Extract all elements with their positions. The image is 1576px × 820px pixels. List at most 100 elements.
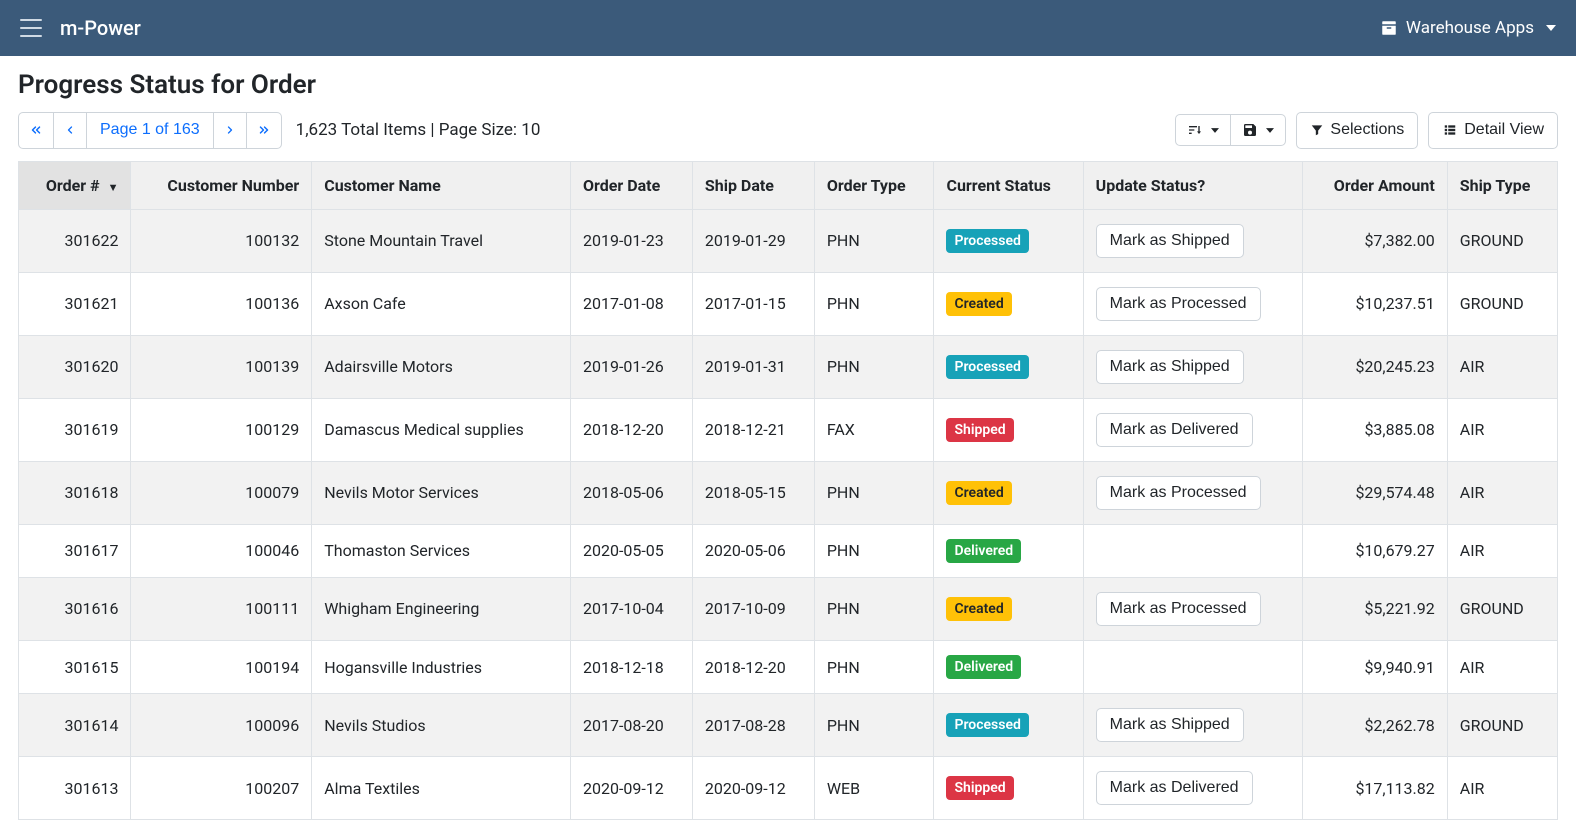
update-status-button[interactable]: Mark as Delivered [1096, 771, 1253, 805]
status-badge: Created [946, 292, 1011, 316]
cell-order-date: 2019-01-23 [570, 209, 692, 272]
export-button[interactable] [1231, 114, 1286, 146]
cell-ship-type: AIR [1447, 335, 1557, 398]
prev-page-button[interactable] [54, 112, 87, 149]
cell-customer-number: 100111 [131, 577, 312, 640]
col-update-status[interactable]: Update Status? [1083, 161, 1302, 209]
col-label: Order # [46, 176, 100, 195]
cell-order-date: 2017-10-04 [570, 577, 692, 640]
cell-customer-name: Axson Cafe [312, 272, 571, 335]
update-status-button[interactable]: Mark as Delivered [1096, 413, 1253, 447]
cell-order-amount: $9,940.91 [1302, 640, 1447, 693]
cell-current-status: Processed [934, 694, 1083, 757]
table-row: 301614100096Nevils Studios2017-08-202017… [19, 694, 1558, 757]
selections-button[interactable]: Selections [1296, 112, 1418, 149]
cell-order-type: FAX [814, 398, 934, 461]
cell-order-type: PHN [814, 694, 934, 757]
cell-current-status: Created [934, 272, 1083, 335]
cell-order-date: 2020-05-05 [570, 524, 692, 577]
cell-ship-date: 2019-01-31 [692, 335, 814, 398]
last-page-button[interactable] [247, 112, 282, 149]
table-row: 301620100139Adairsville Motors2019-01-26… [19, 335, 1558, 398]
cell-order-number: 301613 [19, 757, 131, 820]
sort-export-group [1175, 114, 1286, 146]
cell-order-number: 301621 [19, 272, 131, 335]
summary-text: 1,623 Total Items | Page Size: 10 [296, 120, 541, 140]
app-header: m-Power Warehouse Apps [0, 0, 1576, 56]
cell-ship-date: 2019-01-29 [692, 209, 814, 272]
cell-order-number: 301619 [19, 398, 131, 461]
list-icon [1442, 123, 1458, 137]
sort-desc-icon: ▼ [108, 181, 119, 194]
cell-customer-number: 100194 [131, 640, 312, 693]
table-row: 301619100129Damascus Medical supplies201… [19, 398, 1558, 461]
chevrons-right-icon [257, 123, 271, 137]
warehouse-apps-menu[interactable]: Warehouse Apps [1380, 18, 1556, 38]
cell-ship-type: GROUND [1447, 272, 1557, 335]
chevron-left-icon [64, 123, 76, 137]
table-row: 301616100111Whigham Engineering2017-10-0… [19, 577, 1558, 640]
next-page-button[interactable] [214, 112, 247, 149]
cell-order-number: 301622 [19, 209, 131, 272]
sort-icon [1187, 122, 1203, 138]
cell-update-status: Mark as Processed [1083, 461, 1302, 524]
first-page-button[interactable] [18, 112, 54, 149]
caret-down-icon [1546, 25, 1556, 31]
chevron-right-icon [224, 123, 236, 137]
cell-order-date: 2018-12-20 [570, 398, 692, 461]
cell-order-type: PHN [814, 209, 934, 272]
page-indicator[interactable]: Page 1 of 163 [87, 112, 214, 149]
cell-order-type: PHN [814, 524, 934, 577]
orders-table: Order # ▼ Customer Number Customer Name … [18, 161, 1558, 820]
col-customer-name[interactable]: Customer Name [312, 161, 571, 209]
cell-customer-name: Alma Textiles [312, 757, 571, 820]
update-status-button[interactable]: Mark as Processed [1096, 592, 1261, 626]
cell-current-status: Shipped [934, 398, 1083, 461]
cell-current-status: Delivered [934, 640, 1083, 693]
cell-customer-name: Hogansville Industries [312, 640, 571, 693]
col-order-number[interactable]: Order # ▼ [19, 161, 131, 209]
toolbar-right: Selections Detail View [1175, 112, 1558, 149]
status-badge: Processed [946, 229, 1028, 253]
col-order-amount[interactable]: Order Amount [1302, 161, 1447, 209]
table-row: 301613100207Alma Textiles2020-09-122020-… [19, 757, 1558, 820]
cell-ship-type: AIR [1447, 524, 1557, 577]
col-customer-number[interactable]: Customer Number [131, 161, 312, 209]
cell-order-amount: $2,262.78 [1302, 694, 1447, 757]
update-status-button[interactable]: Mark as Shipped [1096, 224, 1244, 258]
cell-customer-number: 100207 [131, 757, 312, 820]
update-status-button[interactable]: Mark as Shipped [1096, 350, 1244, 384]
detail-view-button[interactable]: Detail View [1428, 112, 1558, 149]
cell-order-number: 301620 [19, 335, 131, 398]
cell-ship-type: GROUND [1447, 577, 1557, 640]
cell-ship-type: GROUND [1447, 209, 1557, 272]
update-status-button[interactable]: Mark as Processed [1096, 476, 1261, 510]
cell-current-status: Shipped [934, 757, 1083, 820]
cell-order-date: 2020-09-12 [570, 757, 692, 820]
update-status-button[interactable]: Mark as Shipped [1096, 708, 1244, 742]
col-current-status[interactable]: Current Status [934, 161, 1083, 209]
cell-order-amount: $10,237.51 [1302, 272, 1447, 335]
cell-order-date: 2019-01-26 [570, 335, 692, 398]
sort-button[interactable] [1175, 114, 1231, 146]
status-badge: Processed [946, 355, 1028, 379]
cell-order-amount: $20,245.23 [1302, 335, 1447, 398]
update-status-button[interactable]: Mark as Processed [1096, 287, 1261, 321]
table-row: 301617100046Thomaston Services2020-05-05… [19, 524, 1558, 577]
cell-order-number: 301616 [19, 577, 131, 640]
col-order-type[interactable]: Order Type [814, 161, 934, 209]
hamburger-icon[interactable] [20, 19, 42, 37]
table-row: 301615100194Hogansville Industries2018-1… [19, 640, 1558, 693]
save-icon [1242, 122, 1258, 138]
cell-ship-date: 2017-01-15 [692, 272, 814, 335]
col-ship-date[interactable]: Ship Date [692, 161, 814, 209]
col-order-date[interactable]: Order Date [570, 161, 692, 209]
cell-customer-name: Damascus Medical supplies [312, 398, 571, 461]
cell-customer-name: Thomaston Services [312, 524, 571, 577]
status-badge: Delivered [946, 655, 1021, 679]
col-ship-type[interactable]: Ship Type [1447, 161, 1557, 209]
cell-order-amount: $29,574.48 [1302, 461, 1447, 524]
cell-ship-type: AIR [1447, 398, 1557, 461]
status-badge: Created [946, 597, 1011, 621]
brand-title[interactable]: m-Power [60, 16, 141, 40]
